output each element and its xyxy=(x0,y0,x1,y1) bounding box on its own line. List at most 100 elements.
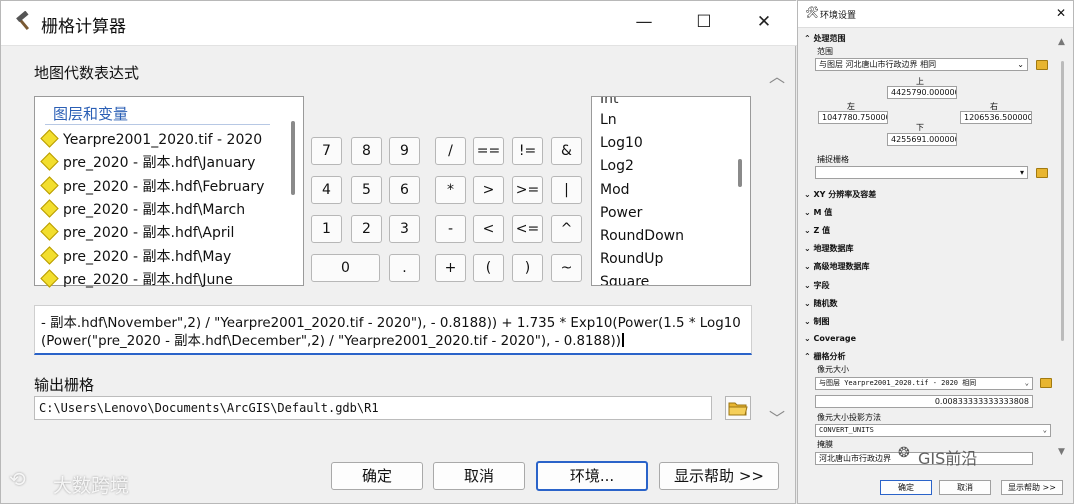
layer-label: pre_2020 - 副本.hdf\June xyxy=(63,271,233,288)
layer-item[interactable]: pre_2020 - 副本.hdf\March xyxy=(40,199,245,221)
snap-raster-select[interactable]: ▾ xyxy=(815,166,1028,179)
expression-textbox[interactable]: - 副本.hdf\November",2) / "Yearpre2001_202… xyxy=(34,305,752,355)
key-button[interactable]: ( xyxy=(473,254,504,282)
layer-diamond-icon xyxy=(40,129,59,148)
function-item[interactable]: Ln xyxy=(600,112,617,128)
folder-icon[interactable] xyxy=(1036,168,1048,178)
function-item[interactable]: Log10 xyxy=(600,135,643,151)
env-section-header[interactable]: ⌄ Coverage xyxy=(804,334,856,343)
key-button[interactable]: ) xyxy=(512,254,543,282)
key-button[interactable]: & xyxy=(551,137,582,165)
folder-icon[interactable] xyxy=(1036,60,1048,70)
layers-list[interactable]: 图层和变量 Yearpre2001_2020.tif - 2020 pre_202… xyxy=(34,96,304,288)
output-raster-input[interactable]: C:\Users\Lenovo\Documents\ArcGIS\Default… xyxy=(34,396,712,420)
scrollbar[interactable] xyxy=(1061,61,1064,341)
scroll-up-icon[interactable]: ︿ xyxy=(769,63,785,87)
function-item[interactable]: RoundDown xyxy=(600,228,684,244)
top-input[interactable]: 4425790.000000 xyxy=(887,86,957,99)
layer-diamond-icon xyxy=(40,152,59,171)
ok-button[interactable]: 确定 xyxy=(331,462,423,490)
show-help-button[interactable]: 显示帮助 >> xyxy=(659,462,779,490)
key-button[interactable]: < xyxy=(473,215,504,243)
key-button[interactable]: . xyxy=(389,254,420,282)
key-button[interactable]: > xyxy=(473,176,504,204)
layer-item[interactable]: pre_2020 - 副本.hdf\June xyxy=(40,269,233,291)
environments-button[interactable]: 环境... xyxy=(536,461,648,491)
function-item[interactable]: Int xyxy=(600,97,619,107)
env-section-header[interactable]: ⌄ 高级地理数据库 xyxy=(804,261,870,272)
layer-item[interactable]: pre_2020 - 副本.hdf\April xyxy=(40,222,234,244)
env-cancel-button[interactable]: 取消 xyxy=(939,480,991,495)
env-section-header[interactable]: ⌄ 随机数 xyxy=(804,298,838,309)
key-button[interactable]: / xyxy=(435,137,466,165)
function-item[interactable]: RoundUp xyxy=(600,251,663,267)
key-button[interactable]: 8 xyxy=(351,137,382,165)
function-item[interactable]: Log2 xyxy=(600,158,634,174)
extent-select[interactable]: 与图层 河北唐山市行政边界 相同 ⌄ xyxy=(815,58,1028,71)
env-section-header[interactable]: ⌄ M 值 xyxy=(804,207,832,218)
text-cursor xyxy=(622,333,624,347)
environment-settings-dialog: 🛠 环境设置 ✕ ▲ ▼ ⌃ 处理范围 范围 与图层 河北唐山市行政边界 相同 ⌄… xyxy=(797,0,1074,504)
key-button[interactable]: 4 xyxy=(311,176,342,204)
env-help-button[interactable]: 显示帮助 >> xyxy=(1001,480,1063,495)
key-button[interactable]: ^ xyxy=(551,215,582,243)
cancel-button[interactable]: 取消 xyxy=(433,462,525,490)
scrollbar[interactable] xyxy=(291,121,295,195)
function-item[interactable]: Mod xyxy=(600,182,630,198)
key-button[interactable]: 5 xyxy=(351,176,382,204)
layer-item[interactable]: Yearpre2001_2020.tif - 2020 xyxy=(40,129,262,151)
key-button[interactable]: 6 xyxy=(389,176,420,204)
cell-method-select[interactable]: CONVERT_UNITS ⌄ xyxy=(815,424,1051,437)
title-bar: 栅格计算器 — ☐ ✕ xyxy=(1,1,797,46)
chevron-down-icon: ⌄ xyxy=(804,333,814,343)
functions-list[interactable]: Int Ln Log10 Log2 Mod Power RoundDown RoundUp S… xyxy=(591,96,751,286)
key-button[interactable]: * xyxy=(435,176,466,204)
maximize-button[interactable]: ☐ xyxy=(681,1,727,45)
key-button[interactable]: ~ xyxy=(551,254,582,282)
layer-item[interactable]: pre_2020 - 副本.hdf\May xyxy=(40,245,231,268)
layer-item[interactable]: pre_2020 - 副本.hdf\February xyxy=(40,175,264,198)
function-item[interactable]: Power xyxy=(600,205,642,221)
key-button[interactable]: 7 xyxy=(311,137,342,165)
key-button[interactable]: | xyxy=(551,176,582,204)
browse-folder-button[interactable] xyxy=(725,396,751,420)
layer-item[interactable]: pre_2020 - 副本.hdf\January xyxy=(40,152,255,174)
env-section-header[interactable]: ⌄ XY 分辨率及容差 xyxy=(804,189,876,200)
key-button[interactable]: - xyxy=(435,215,466,243)
mask-label: 掩膜 xyxy=(817,440,833,449)
key-button[interactable]: == xyxy=(473,137,504,165)
cell-size-number-input[interactable]: 0.00833333333333808 xyxy=(815,395,1033,408)
cell-size-select[interactable]: 与图层 Yearpre2001_2020.tif - 2020 相同 ⌄ xyxy=(815,377,1033,390)
chevron-down-icon: ⌄ xyxy=(804,316,814,326)
key-button[interactable]: 3 xyxy=(389,215,420,243)
close-button[interactable]: ✕ xyxy=(741,1,787,45)
chevron-down-icon: ⌄ xyxy=(804,262,814,272)
key-button[interactable]: 2 xyxy=(351,215,382,243)
key-button[interactable]: >= xyxy=(512,176,543,204)
right-input[interactable]: 1206536.500000 xyxy=(960,111,1032,124)
env-ok-button[interactable]: 确定 xyxy=(880,480,932,495)
key-button[interactable]: 9 xyxy=(389,137,420,165)
layer-diamond-icon xyxy=(40,199,59,218)
env-section-header[interactable]: ⌄ 字段 xyxy=(804,280,830,291)
minimize-button[interactable]: — xyxy=(621,1,667,45)
key-button[interactable]: 0 xyxy=(311,254,380,282)
env-section-header[interactable]: ⌄ 制图 xyxy=(804,316,830,327)
env-section-header[interactable]: ⌄ 地理数据库 xyxy=(804,243,854,254)
bottom-input[interactable]: 4255691.000000 xyxy=(887,133,957,146)
key-button[interactable]: + xyxy=(435,254,466,282)
left-input[interactable]: 1047780.750000 xyxy=(818,111,888,124)
scroll-down-icon[interactable]: ﹀ xyxy=(769,405,785,429)
scrollbar[interactable] xyxy=(738,159,742,187)
key-button[interactable]: 1 xyxy=(311,215,342,243)
scroll-up-icon[interactable]: ▲ xyxy=(1058,37,1065,47)
key-button[interactable]: != xyxy=(512,137,543,165)
function-item[interactable]: Square xyxy=(600,274,649,285)
env-section-header[interactable]: ⌄ Z 值 xyxy=(804,225,830,236)
raster-analysis-header[interactable]: ⌃ 栅格分析 xyxy=(804,351,846,362)
close-button[interactable]: ✕ xyxy=(1056,6,1066,20)
folder-icon[interactable] xyxy=(1040,378,1052,388)
scroll-down-icon[interactable]: ▼ xyxy=(1058,447,1065,457)
key-button[interactable]: <= xyxy=(512,215,543,243)
processing-extent-header[interactable]: ⌃ 处理范围 xyxy=(804,33,846,44)
